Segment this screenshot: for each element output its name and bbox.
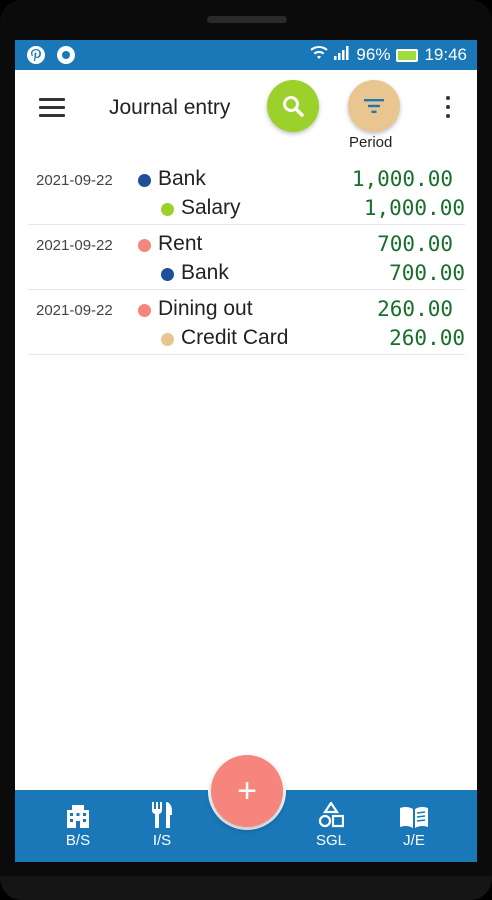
entry-date: 2021-09-22 xyxy=(36,302,113,319)
period-filter-button[interactable] xyxy=(348,80,400,132)
battery-percent: 96% xyxy=(356,45,391,64)
entry-date: 2021-09-22 xyxy=(36,237,113,254)
debit-amount: 1,000.00 xyxy=(351,167,453,191)
journal-entry-row[interactable]: 2021-09-22 Dining out 260.00 Credit Card… xyxy=(28,290,465,355)
building-icon xyxy=(48,802,108,828)
period-label: Period xyxy=(349,134,393,151)
journal-entry-row[interactable]: 2021-09-22 Rent 700.00 Bank 700.00 xyxy=(28,225,465,290)
app-screen: 96% 19:46 Journal entry Period 2021-09-2… xyxy=(15,40,477,862)
entry-date: 2021-09-22 xyxy=(36,172,113,189)
filter-icon xyxy=(364,99,384,113)
nav-sgl[interactable]: SGL xyxy=(301,802,361,849)
nav-label: J/E xyxy=(403,832,425,849)
credit-account: Bank xyxy=(181,261,229,284)
more-options-icon[interactable] xyxy=(444,96,452,122)
debit-amount: 260.00 xyxy=(377,297,453,321)
credit-color-dot xyxy=(161,333,174,346)
debit-account: Bank xyxy=(158,167,206,190)
search-icon xyxy=(283,96,304,117)
battery-icon xyxy=(396,48,419,62)
phone-bottom-bezel xyxy=(0,876,492,900)
credit-amount: 260.00 xyxy=(389,326,465,350)
journal-list: 2021-09-22 Bank 1,000.00 Salary 1,000.00… xyxy=(28,160,465,355)
debit-amount: 700.00 xyxy=(377,232,453,256)
status-bar: 96% 19:46 xyxy=(15,40,477,70)
book-icon xyxy=(384,802,444,828)
credit-account: Credit Card xyxy=(181,326,289,349)
nav-journal-entry[interactable]: J/E xyxy=(384,802,444,849)
nav-income-statement[interactable]: I/S xyxy=(132,802,192,849)
search-button[interactable] xyxy=(267,80,319,132)
debit-color-dot xyxy=(138,174,151,187)
journal-entry-row[interactable]: 2021-09-22 Bank 1,000.00 Salary 1,000.00 xyxy=(28,160,465,225)
credit-color-dot xyxy=(161,268,174,281)
add-entry-button[interactable]: + xyxy=(211,755,283,827)
debit-color-dot xyxy=(138,304,151,317)
plus-icon: + xyxy=(237,771,257,810)
debit-account: Rent xyxy=(158,232,203,255)
hamburger-menu-icon[interactable] xyxy=(39,98,65,120)
nav-label: SGL xyxy=(315,832,346,849)
pinterest-icon xyxy=(27,46,45,64)
credit-amount: 700.00 xyxy=(389,261,465,285)
phone-frame: 96% 19:46 Journal entry Period 2021-09-2… xyxy=(0,0,492,900)
wifi-icon xyxy=(310,45,329,65)
shapes-icon xyxy=(301,802,361,828)
nav-balance-sheet[interactable]: B/S xyxy=(48,802,108,849)
nav-label: B/S xyxy=(65,832,91,849)
credit-color-dot xyxy=(161,203,174,216)
fork-knife-icon xyxy=(132,802,192,828)
debit-color-dot xyxy=(138,239,151,252)
app-bar: Journal entry Period xyxy=(15,70,477,160)
phone-speaker xyxy=(207,16,287,23)
nav-label: I/S xyxy=(152,832,172,849)
credit-account: Salary xyxy=(181,196,241,219)
record-icon xyxy=(57,46,75,64)
debit-account: Dining out xyxy=(158,297,253,320)
page-title: Journal entry xyxy=(109,96,231,119)
credit-amount: 1,000.00 xyxy=(363,196,465,220)
clock: 19:46 xyxy=(424,45,467,64)
signal-icon xyxy=(334,45,350,65)
